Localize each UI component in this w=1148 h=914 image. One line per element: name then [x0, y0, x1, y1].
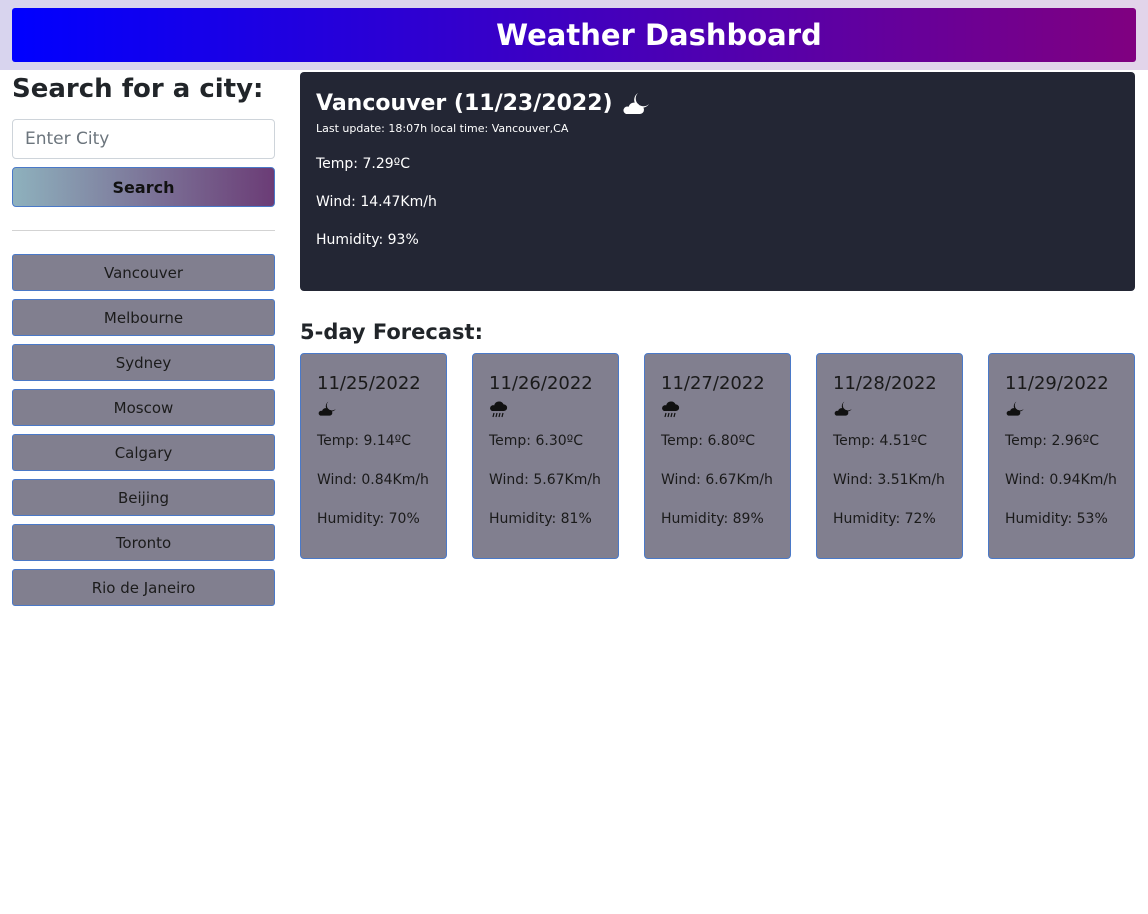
forecast-wind: Wind: 5.67Km/h — [489, 472, 601, 488]
moon-cloud-icon — [621, 92, 651, 116]
forecast-date: 11/25/2022 — [317, 373, 421, 394]
forecast-humidity: Humidity: 70% — [317, 511, 420, 527]
moon-cloud-icon — [317, 400, 337, 422]
page-title: Weather Dashboard — [496, 18, 822, 52]
moon-cloud-icon — [833, 400, 853, 422]
forecast-humidity: Humidity: 53% — [1005, 511, 1108, 527]
history-city-button[interactable]: Rio de Janeiro — [12, 569, 275, 606]
current-weather-heading: Vancouver (11/23/2022) — [316, 90, 1119, 118]
forecast-heading: 5-day Forecast: — [300, 320, 483, 344]
last-update-text: Last update: 18:07h local time: Vancouve… — [316, 122, 569, 135]
current-temp: Temp: 7.29ºC — [316, 156, 411, 172]
forecast-humidity: Humidity: 89% — [661, 511, 764, 527]
search-history-list: Vancouver Melbourne Sydney Moscow Calgar… — [12, 254, 275, 606]
current-weather-card: Vancouver (11/23/2022) Last update: 18:0… — [300, 72, 1135, 291]
current-wind: Wind: 14.47Km/h — [316, 194, 437, 210]
search-button[interactable]: Search — [12, 167, 275, 207]
forecast-humidity: Humidity: 81% — [489, 511, 592, 527]
rain-cloud-icon — [489, 400, 509, 422]
forecast-humidity: Humidity: 72% — [833, 511, 936, 527]
forecast-date: 11/29/2022 — [1005, 373, 1109, 394]
history-city-button[interactable]: Moscow — [12, 389, 275, 426]
forecast-temp: Temp: 9.14ºC — [317, 433, 412, 449]
forecast-temp: Temp: 6.80ºC — [661, 433, 756, 449]
history-city-button[interactable]: Calgary — [12, 434, 275, 471]
forecast-date: 11/27/2022 — [661, 373, 765, 394]
forecast-card: 11/26/2022 Temp: 6.30ºC Wind: 5.67Km/h H… — [472, 353, 619, 559]
forecast-date: 11/26/2022 — [489, 373, 593, 394]
history-city-button[interactable]: Beijing — [12, 479, 275, 516]
moon-cloud-icon — [1005, 400, 1025, 422]
forecast-card: 11/25/2022 Temp: 9.14ºC Wind: 0.84Km/h H… — [300, 353, 447, 559]
history-city-button[interactable]: Sydney — [12, 344, 275, 381]
forecast-card: 11/29/2022 Temp: 2.96ºC Wind: 0.94Km/h H… — [988, 353, 1135, 559]
forecast-card: 11/27/2022 Temp: 6.80ºC Wind: 6.67Km/h H… — [644, 353, 791, 559]
forecast-temp: Temp: 6.30ºC — [489, 433, 584, 449]
rain-cloud-icon — [661, 400, 681, 422]
search-heading: Search for a city: — [12, 74, 264, 104]
city-search-input[interactable] — [12, 119, 275, 159]
page-header: Weather Dashboard — [12, 8, 1136, 62]
forecast-wind: Wind: 0.84Km/h — [317, 472, 429, 488]
history-city-button[interactable]: Melbourne — [12, 299, 275, 336]
forecast-temp: Temp: 4.51ºC — [833, 433, 928, 449]
forecast-card: 11/28/2022 Temp: 4.51ºC Wind: 3.51Km/h H… — [816, 353, 963, 559]
sidebar: Search for a city: Search Vancouver Melb… — [12, 72, 275, 614]
forecast-wind: Wind: 6.67Km/h — [661, 472, 773, 488]
current-humidity: Humidity: 93% — [316, 232, 419, 248]
history-city-button[interactable]: Toronto — [12, 524, 275, 561]
forecast-date: 11/28/2022 — [833, 373, 937, 394]
forecast-row: 11/25/2022 Temp: 9.14ºC Wind: 0.84Km/h H… — [300, 353, 1136, 559]
forecast-wind: Wind: 0.94Km/h — [1005, 472, 1117, 488]
current-city-date: Vancouver (11/23/2022) — [316, 91, 613, 116]
forecast-wind: Wind: 3.51Km/h — [833, 472, 945, 488]
history-city-button[interactable]: Vancouver — [12, 254, 275, 291]
forecast-temp: Temp: 2.96ºC — [1005, 433, 1100, 449]
sidebar-divider — [12, 230, 275, 231]
